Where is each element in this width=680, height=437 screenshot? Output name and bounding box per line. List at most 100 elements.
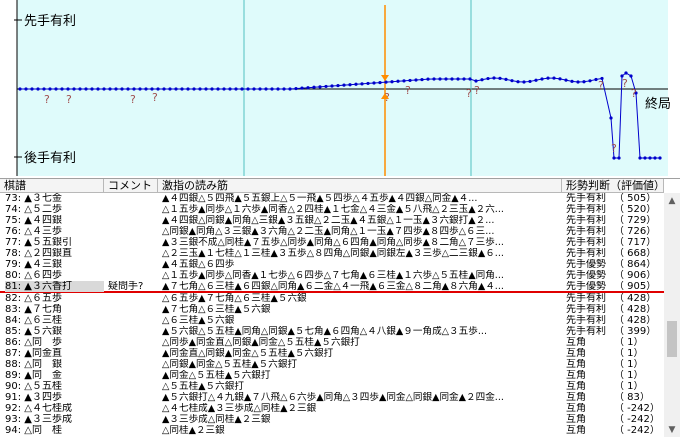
header-pv[interactable]: 激指の読み筋 xyxy=(158,179,562,193)
table-row[interactable]: 90: △５五桂 △５五桂▲５六銀打 互角 （ 1） xyxy=(0,381,664,392)
question-mark: ? xyxy=(622,77,628,90)
table-row[interactable]: 93: ▲３三歩成 ▲３三歩成△同桂▲２三銀 互角 （ -242） xyxy=(0,414,664,425)
table-row[interactable]: 81: ▲３六香打 疑問手? ▲７七角△６三桂▲６四銀△同角▲６二金△４一飛▲６三金… xyxy=(0,281,664,293)
table-row[interactable]: 91: ▲３四歩 ▲５六銀打△４九銀▲７八飛△６六歩▲同角△３四歩▲同金△同銀▲同… xyxy=(0,392,664,403)
table-row[interactable]: 76: △４三歩 △同銀▲同角△３三銀▲３六角△２二玉▲同角△１一玉▲７四歩▲８四… xyxy=(0,226,664,237)
table-row[interactable]: 73: ▲３七金 ▲４四銀△５四飛▲５五銀上△５一飛▲５四歩△４五歩▲４四銀△同金… xyxy=(0,193,664,204)
evaluation-point xyxy=(240,87,244,91)
scroll-down-icon[interactable]: ▼ xyxy=(664,422,680,437)
move-cell: 85: ▲５六銀 xyxy=(5,326,62,337)
pv-cell: ▲４四銀△同銀▲同角△三銀▲３五銀△２二玉▲４五銀△１一玉▲３六銀打▲２... xyxy=(162,215,495,226)
table-row[interactable]: 75: ▲４四銀 ▲４四銀△同銀▲同角△三銀▲３五銀△２二玉▲４五銀△１一玉▲３六… xyxy=(0,215,664,226)
move-cell: 90: △５五桂 xyxy=(5,381,62,392)
value-cell: （ 1） xyxy=(614,359,644,370)
evaluation-point xyxy=(312,85,316,89)
judge-cell: 互角 xyxy=(566,403,586,414)
evaluation-point xyxy=(546,76,550,80)
judge-cell: 先手有利 xyxy=(566,237,606,248)
table-row[interactable]: 86: △同 歩 △同歩▲同金直△同銀▲同金△５五桂▲５六銀打 互角 （ 1） xyxy=(0,337,664,348)
evaluation-point xyxy=(354,82,358,86)
evaluation-point xyxy=(552,76,556,80)
value-cell: （ 668） xyxy=(614,248,657,259)
table-row[interactable]: 79: ▲４三銀 ▲４五銀△６四歩 先手優勢 （ 864） xyxy=(0,259,664,270)
table-row[interactable]: 80: △６四歩 △１五歩▲同歩△同香▲１七歩△６四歩△７七角▲６三桂▲１六歩△５… xyxy=(0,270,664,281)
evaluation-point xyxy=(114,87,118,91)
evaluation-point xyxy=(342,83,346,87)
value-cell: （ 399） xyxy=(614,326,657,337)
evaluation-point xyxy=(198,87,202,91)
table-row[interactable]: 83: ▲７七角 ▲７七角△６三桂▲５六銀 先手有利 （ 428） xyxy=(0,304,664,315)
pv-cell: △１五歩▲同歩△１六歩▲同香△２四桂▲１七金△４三金▲５八飛△２三玉▲２六... xyxy=(162,204,504,215)
judge-cell: 互角 xyxy=(566,348,586,359)
pv-cell: △同歩▲同金直△同銀▲同金△５五桂▲５六銀打 xyxy=(162,337,360,348)
table-row[interactable]: 77: ▲５五銀引 ▲３三銀不成△同桂▲７五歩△同歩▲同角△６四角▲同角△同歩▲８… xyxy=(0,237,664,248)
value-cell: （ 729） xyxy=(614,215,657,226)
table-row[interactable]: 84: △６三桂 △６三桂▲５六銀 先手有利 （ 428） xyxy=(0,315,664,326)
evaluation-point xyxy=(564,78,568,82)
header-comment[interactable]: コメント xyxy=(104,179,158,193)
value-cell: （ 1） xyxy=(614,370,644,381)
evaluation-point xyxy=(480,78,484,82)
evaluation-point xyxy=(204,87,208,91)
evaluation-point xyxy=(462,77,466,81)
evaluation-point xyxy=(72,87,76,91)
judge-cell: 先手有利 xyxy=(566,226,606,237)
evaluation-point xyxy=(570,79,574,83)
table-row[interactable]: 82: △６五歩 △６五歩▲７七角△６三桂▲５六銀 先手有利 （ 428） xyxy=(0,293,664,304)
evaluation-point xyxy=(396,79,400,83)
evaluation-point xyxy=(648,156,652,160)
judge-cell: 先手有利 xyxy=(566,193,606,204)
question-mark: ? xyxy=(631,87,637,100)
analysis-window: 先手有利 後手有利 終局 ???????????? 棋譜 コメント 激指の読み筋… xyxy=(0,0,680,437)
table-row[interactable]: 78: △２四銀直 △２三玉▲１七桂△１三桂▲３五歩△８四角△同銀▲同銀左▲３三歩… xyxy=(0,248,664,259)
question-mark: ? xyxy=(466,87,472,100)
table-row[interactable]: 87: ▲同金直 ▲同金直△同銀▲同金△５五桂▲５六銀打 互角 （ 1） xyxy=(0,348,664,359)
pv-cell: ▲５六銀打△４九銀▲７八飛△６六歩▲同角△３四歩▲同金△同銀▲同金▲２四金... xyxy=(162,392,504,403)
value-cell: （ 428） xyxy=(614,304,657,315)
table-row[interactable]: 88: △同 銀 △同銀▲同金△５五桂▲５六銀打 互角 （ 1） xyxy=(0,359,664,370)
vertical-scrollbar[interactable]: ▲ ▼ xyxy=(664,193,680,437)
move-cell: 88: △同 銀 xyxy=(5,359,62,370)
table-rows: 73: ▲３七金 ▲４四銀△５四飛▲５五銀上△５一飛▲５四歩△４五歩▲４四銀△同金… xyxy=(0,193,664,436)
evaluation-point xyxy=(66,87,70,91)
value-cell: （ -242） xyxy=(614,425,660,436)
question-mark: ? xyxy=(152,91,158,104)
table-row[interactable]: 92: △４七桂成 △４七桂成▲３三歩成△同桂▲２三銀 互角 （ -242） xyxy=(0,403,664,414)
judge-cell: 互角 xyxy=(566,381,586,392)
value-cell: （ -242） xyxy=(614,403,660,414)
evaluation-point xyxy=(414,78,418,82)
evaluation-point xyxy=(54,87,58,91)
scrollbar-thumb[interactable] xyxy=(667,321,677,357)
evaluation-point xyxy=(228,87,232,91)
scroll-up-icon[interactable]: ▲ xyxy=(664,193,680,209)
judge-cell: 互角 xyxy=(566,425,586,436)
evaluation-point xyxy=(612,156,616,160)
table-row[interactable]: 74: △５二歩 △１五歩▲同歩△１六歩▲同香△２四桂▲１七金△４三金▲５八飛△２… xyxy=(0,204,664,215)
evaluation-point xyxy=(78,87,82,91)
evaluation-point xyxy=(582,80,586,84)
evaluation-point xyxy=(234,87,238,91)
header-judge[interactable]: 形勢判断（評価値） xyxy=(562,179,664,193)
move-cell: 93: ▲３三歩成 xyxy=(5,414,72,425)
move-cell: 75: ▲４四銀 xyxy=(5,215,62,226)
judge-cell: 互角 xyxy=(566,392,586,403)
judge-cell: 先手有利 xyxy=(566,248,606,259)
evaluation-graph[interactable]: 先手有利 後手有利 終局 ???????????? xyxy=(0,0,680,177)
evaluation-point xyxy=(360,82,364,86)
move-cell: 91: ▲３四歩 xyxy=(5,392,62,403)
evaluation-point xyxy=(504,77,508,81)
table-row[interactable]: 89: ▲同 金 ▲同金△５五桂▲５六銀打 互角 （ 1） xyxy=(0,370,664,381)
evaluation-point xyxy=(336,83,340,88)
move-cell: 78: △２四銀直 xyxy=(5,248,72,259)
header-kifu[interactable]: 棋譜 xyxy=(0,179,104,193)
table-row[interactable]: 94: △同 桂 △同桂▲２三銀 互角 （ -242） xyxy=(0,425,664,436)
table-row[interactable]: 85: ▲５六銀 ▲５六銀△５五桂▲同角△同銀▲５七角▲６四角△４八銀▲９一角成△… xyxy=(0,326,664,337)
judge-cell: 互角 xyxy=(566,337,586,348)
pv-cell: ▲同金直△同銀▲同金△５五桂▲５六銀打 xyxy=(162,348,334,359)
move-cell: 94: △同 桂 xyxy=(5,425,62,436)
evaluation-point xyxy=(408,78,412,83)
pv-cell: △同桂▲２三銀 xyxy=(162,425,225,436)
value-cell: （ 1） xyxy=(614,337,644,348)
evaluation-point xyxy=(42,87,46,91)
evaluation-point xyxy=(588,79,592,83)
